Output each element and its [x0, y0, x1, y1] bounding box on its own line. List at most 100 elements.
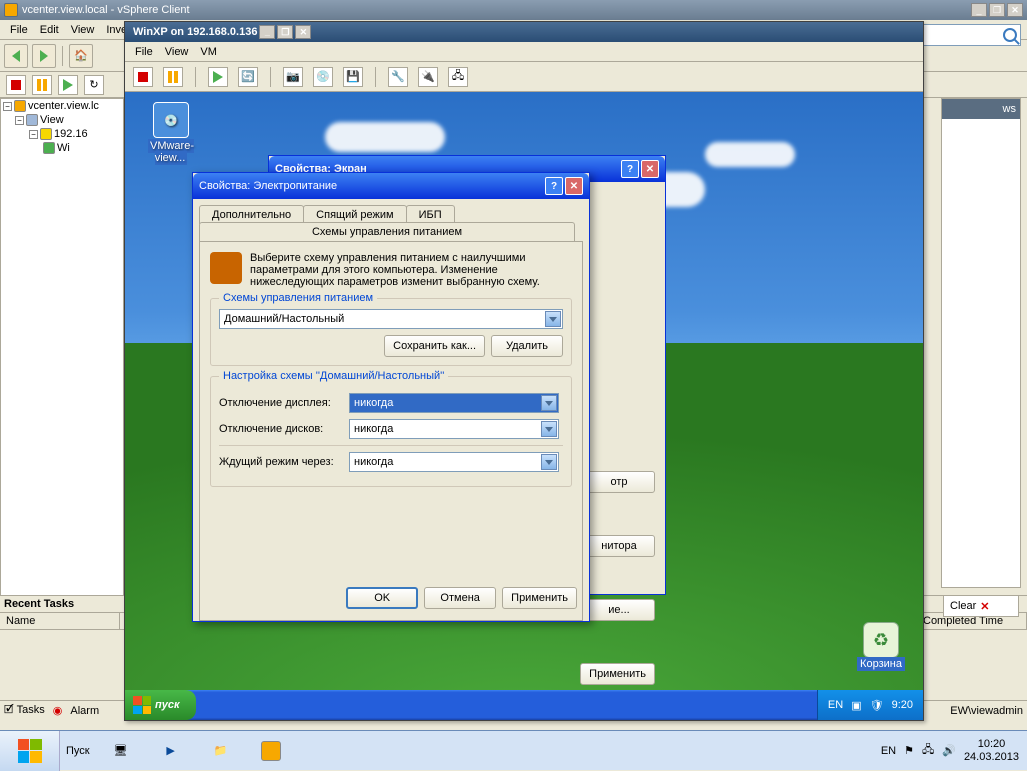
host-taskbar: Пуск 🖥 ▶ 📁 EN ⚑ 🖧 🔊 10:20 24.03.2013: [0, 730, 1027, 770]
apply-button[interactable]: Применить: [502, 587, 577, 609]
host-start-label: Пуск: [60, 745, 96, 757]
task-vsphere[interactable]: [247, 733, 295, 769]
vm-tool3-button[interactable]: 🖧: [448, 67, 468, 87]
task-powershell[interactable]: ▶: [147, 733, 195, 769]
clear-button[interactable]: Clear✕: [943, 595, 1019, 617]
power-help-button[interactable]: ?: [545, 177, 563, 195]
vm-tool2-button[interactable]: 🔌: [418, 67, 438, 87]
minimize-button[interactable]: _: [971, 3, 987, 17]
power-properties-dialog: Свойства: Электропитание ? ✕ Дополнитель…: [192, 172, 590, 622]
status-alarms[interactable]: Alarm: [70, 705, 99, 717]
tree-host[interactable]: 192.16: [54, 128, 88, 140]
task-explorer[interactable]: 📁: [197, 733, 245, 769]
vm-pause-button[interactable]: [163, 67, 183, 87]
vm-toolbar: 🔄 📷 💿 💾 🔧 🔌 🖧: [125, 62, 923, 92]
tab-schemes[interactable]: Схемы управления питанием: [199, 222, 575, 241]
ok-button[interactable]: OK: [346, 587, 418, 609]
vm-menu-file[interactable]: File: [129, 44, 159, 60]
standby-combo[interactable]: никогда: [349, 452, 559, 472]
save-as-button[interactable]: Сохранить как...: [384, 335, 485, 357]
desktop-icon-vmware-view[interactable]: 💿 VMware-view...: [141, 102, 201, 164]
display-off-combo[interactable]: никогда: [349, 393, 559, 413]
chevron-down-icon[interactable]: [541, 421, 557, 437]
power-dlg-titlebar[interactable]: Свойства: Электропитание ? ✕: [193, 173, 589, 199]
host-start-button[interactable]: [0, 731, 60, 771]
vm-cd-button[interactable]: 💿: [313, 67, 333, 87]
group-schemes: Схемы управления питанием Домашний/Насто…: [210, 298, 572, 366]
chevron-down-icon[interactable]: [545, 311, 561, 327]
vm-menu-vm[interactable]: VM: [194, 44, 223, 60]
host-tray: EN ⚑ 🖧 🔊 10:20 24.03.2013: [873, 738, 1027, 764]
vm-snapshot-button[interactable]: 📷: [283, 67, 303, 87]
reset-button[interactable]: ↻: [84, 75, 104, 95]
tree-datacenter[interactable]: View: [40, 114, 64, 126]
close-button[interactable]: ✕: [1007, 3, 1023, 17]
disks-off-combo[interactable]: никогда: [349, 419, 559, 439]
right-pane: ws: [941, 98, 1021, 588]
chevron-down-icon[interactable]: [541, 395, 557, 411]
tree-vm[interactable]: Wi: [57, 142, 70, 154]
display-close-button[interactable]: ✕: [641, 160, 659, 178]
vsphere-title: vcenter.view.local - vSphere Client: [22, 4, 190, 16]
group-settings: Настройка схемы ''Домашний/Настольный'' …: [210, 376, 572, 487]
tray-flag-icon[interactable]: ⚑: [904, 744, 914, 757]
display-apply-button[interactable]: Применить: [580, 663, 655, 685]
vm-close-button[interactable]: ✕: [295, 25, 311, 39]
standby-label: Ждущий режим через:: [219, 456, 349, 468]
cancel-button[interactable]: Отмена: [424, 587, 496, 609]
vsphere-icon: [4, 3, 18, 17]
xp-clock[interactable]: 9:20: [892, 699, 913, 711]
vm-title: WinXP on 192.168.0.136: [133, 26, 257, 38]
intro-text: Выберите схему управления питанием с наи…: [210, 252, 572, 288]
vm-menu-view[interactable]: View: [159, 44, 195, 60]
home-button[interactable]: 🏠: [69, 44, 93, 68]
status-user: EW\viewadmin: [950, 705, 1023, 717]
help-button[interactable]: ?: [621, 160, 639, 178]
vm-play-button[interactable]: [208, 67, 228, 87]
nav-forward-button[interactable]: [32, 44, 56, 68]
vm-tool1-button[interactable]: 🔧: [388, 67, 408, 87]
status-tasks[interactable]: Tasks: [17, 704, 45, 716]
xp-desktop[interactable]: 💿 VMware-view... Корзина Свойства: Экран…: [125, 92, 923, 720]
vm-stop-button[interactable]: [133, 67, 153, 87]
power-tabs-front: Схемы управления питанием: [193, 218, 589, 241]
menu-file[interactable]: File: [4, 22, 34, 38]
xp-tray: EN ▣ 🛡 9:20: [817, 690, 923, 720]
vm-titlebar[interactable]: WinXP on 192.168.0.136 _ ❐ ✕: [125, 22, 923, 42]
stop-button[interactable]: [6, 75, 26, 95]
host-clock[interactable]: 10:20 24.03.2013: [964, 738, 1019, 764]
display-off-label: Отключение дисплея:: [219, 397, 349, 409]
menu-view[interactable]: View: [65, 22, 101, 38]
vsphere-titlebar: vcenter.view.local - vSphere Client _ ❐ …: [0, 0, 1027, 20]
preview-button[interactable]: отр: [583, 471, 655, 493]
col-name[interactable]: Name: [0, 613, 120, 629]
vm-restore-button[interactable]: ❐: [277, 25, 293, 39]
vm-reset-button[interactable]: 🔄: [238, 67, 258, 87]
monitor-button[interactable]: нитора: [583, 535, 655, 557]
tree-root[interactable]: vcenter.view.lc: [28, 100, 99, 112]
recycle-bin[interactable]: Корзина: [857, 622, 905, 670]
task-server-manager[interactable]: 🖥: [97, 733, 145, 769]
shield-icon[interactable]: 🛡: [870, 699, 884, 712]
settings-button[interactable]: ие...: [583, 599, 655, 621]
tray-sound-icon[interactable]: 🔊: [942, 744, 956, 757]
vm-console-window: WinXP on 192.168.0.136 _ ❐ ✕ File View V…: [124, 21, 924, 721]
delete-button[interactable]: Удалить: [491, 335, 563, 357]
right-tab[interactable]: ws: [942, 99, 1020, 119]
chevron-down-icon[interactable]: [541, 454, 557, 470]
nav-back-button[interactable]: [4, 44, 28, 68]
power-close-button[interactable]: ✕: [565, 177, 583, 195]
xp-start-button[interactable]: пуск: [125, 690, 196, 720]
play-button[interactable]: [58, 75, 78, 95]
pause-button[interactable]: [32, 75, 52, 95]
menu-edit[interactable]: Edit: [34, 22, 65, 38]
scheme-combo[interactable]: Домашний/Настольный: [219, 309, 563, 329]
tray-network-icon[interactable]: 🖧: [922, 741, 934, 760]
xp-lang-indicator[interactable]: EN: [828, 699, 843, 711]
vmware-tools-icon[interactable]: ▣: [851, 699, 861, 712]
vm-minimize-button[interactable]: _: [259, 25, 275, 39]
group1-label: Схемы управления питанием: [219, 292, 377, 304]
restore-button[interactable]: ❐: [989, 3, 1005, 17]
host-lang[interactable]: EN: [881, 745, 896, 757]
vm-floppy-button[interactable]: 💾: [343, 67, 363, 87]
